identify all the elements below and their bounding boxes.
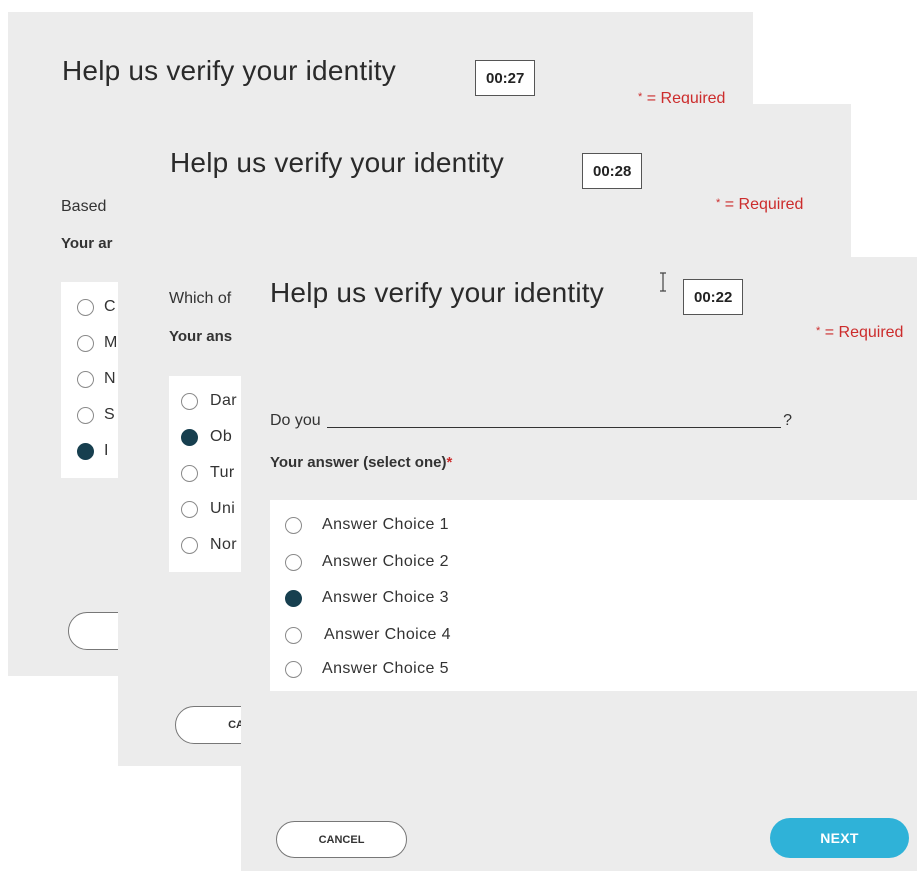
countdown-timer: 00:22 [683, 279, 744, 315]
countdown-timer: 00:28 [582, 153, 643, 189]
answer-label: Your ans [169, 328, 233, 345]
answer-choice-1[interactable]: Dar [181, 388, 237, 414]
choice-label: Uni [210, 500, 236, 517]
choice-label: M [104, 334, 118, 351]
choice-label: N [104, 370, 116, 387]
next-button[interactable]: NEXT [770, 818, 909, 858]
required-star: * [446, 454, 453, 471]
answer-choice-2[interactable]: Answer Choice 2 [285, 549, 449, 575]
page-title: Help us verify your identity [170, 147, 504, 178]
radio-icon[interactable] [77, 370, 94, 388]
answer-choice-5[interactable]: I [77, 438, 109, 464]
question-text: Which of [169, 290, 232, 307]
answer-choice-5[interactable]: Nor [181, 532, 237, 558]
question-blank [327, 426, 782, 428]
answer-choices: Answer Choice 1 Answer Choice 2 Answer C… [270, 500, 917, 691]
answer-choice-3[interactable]: Answer Choice 3 [285, 585, 449, 611]
answer-label: Your ar [61, 235, 113, 252]
required-star: * [716, 197, 721, 209]
radio-icon[interactable] [181, 428, 198, 446]
question-suffix: ? [783, 412, 793, 429]
answer-choice-4[interactable]: Uni [181, 496, 235, 522]
choice-label: Dar [210, 392, 237, 409]
required-note: * = Required [816, 324, 903, 342]
required-note-text: = Required [724, 196, 804, 213]
answer-choice-3[interactable]: N [77, 366, 116, 392]
required-note: * = Required [716, 196, 803, 214]
answer-choice-4[interactable]: S [77, 402, 115, 428]
radio-icon[interactable] [285, 589, 302, 607]
answer-choice-1[interactable]: Answer Choice 1 [285, 512, 449, 538]
choice-label: I [104, 442, 109, 459]
answer-label-text: Your answer (select one) [270, 454, 447, 471]
radio-icon[interactable] [181, 536, 198, 554]
answer-choice-2[interactable]: M [77, 330, 118, 356]
answer-choice-2[interactable]: Ob [181, 424, 232, 450]
choice-label: Answer Choice 4 [324, 626, 451, 643]
radio-icon[interactable] [181, 500, 198, 518]
page-title: Help us verify your identity [62, 55, 396, 86]
answer-choice-4[interactable]: Answer Choice 4 [285, 622, 451, 648]
question-text: Do you ? [270, 412, 792, 430]
answer-label: Your answer (select one)* [270, 454, 452, 471]
choice-label: S [104, 406, 116, 423]
required-star: * [816, 325, 821, 337]
required-note-text: = Required [824, 324, 904, 341]
radio-icon[interactable] [285, 660, 302, 678]
choice-label: Answer Choice 3 [322, 589, 449, 606]
radio-icon[interactable] [285, 553, 302, 571]
required-star: * [638, 91, 643, 103]
radio-icon[interactable] [77, 298, 94, 316]
choice-label: C [104, 298, 116, 315]
choice-label: Tur [210, 464, 235, 481]
page-title: Help us verify your identity [270, 277, 604, 308]
choice-label: Ob [210, 428, 233, 445]
text-cursor-icon [660, 272, 666, 292]
radio-icon[interactable] [285, 516, 302, 534]
choice-label: Answer Choice 2 [322, 553, 449, 570]
question-text: Based [61, 198, 107, 215]
answer-choice-3[interactable]: Tur [181, 460, 235, 486]
cancel-button[interactable]: CANCEL [276, 821, 407, 858]
radio-icon[interactable] [77, 406, 94, 424]
answer-choice-1[interactable]: C [77, 294, 116, 320]
radio-icon[interactable] [181, 464, 198, 482]
choice-label: Answer Choice 5 [322, 660, 449, 677]
choice-label: Nor [210, 536, 237, 553]
question-prefix: Do you [270, 412, 321, 429]
radio-icon[interactable] [285, 626, 302, 644]
choice-label: Answer Choice 1 [322, 516, 449, 533]
answer-choice-5[interactable]: Answer Choice 5 [285, 656, 449, 682]
dialog-front: Help us verify your identity 00:22 * = R… [241, 257, 917, 871]
radio-icon[interactable] [181, 392, 198, 410]
countdown-timer: 00:27 [475, 60, 536, 96]
radio-icon[interactable] [77, 442, 94, 460]
radio-icon[interactable] [77, 334, 94, 352]
